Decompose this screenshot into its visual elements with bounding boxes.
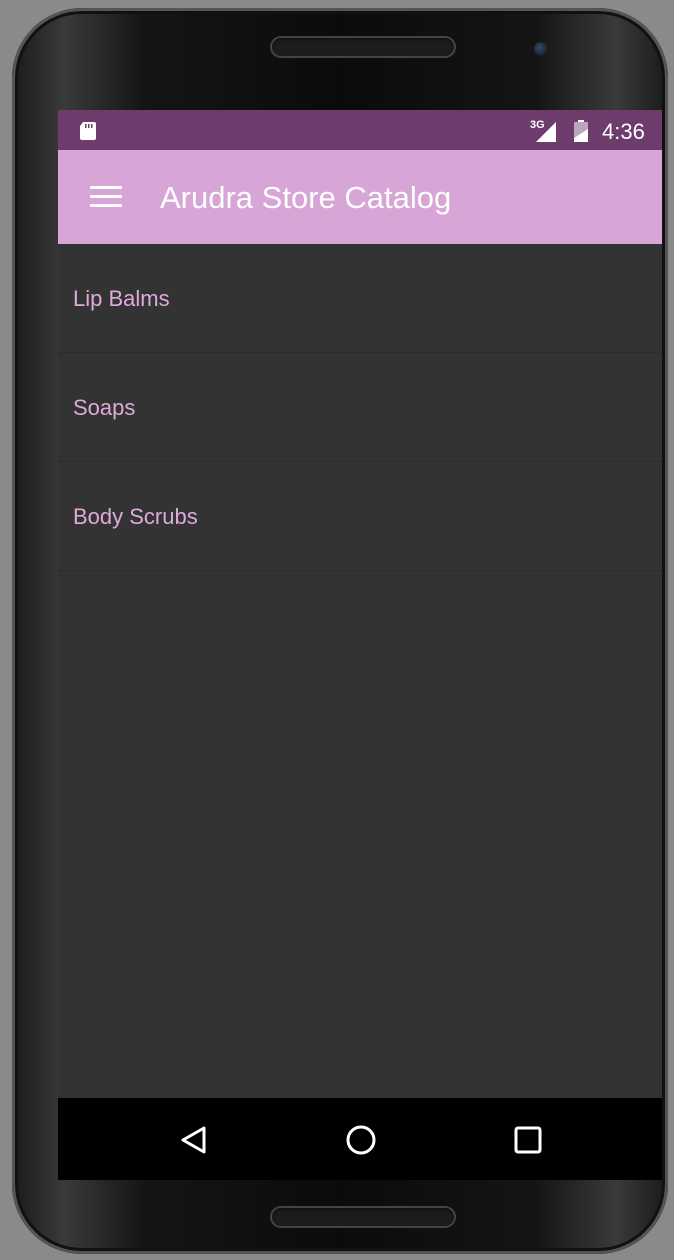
- category-list: Lip Balms Soaps Body Scrubs: [58, 244, 662, 571]
- device-screen: 3G 4:36 Arudra Store Catalog Lip Balms S…: [58, 110, 662, 1180]
- app-bar: Arudra Store Catalog: [58, 150, 662, 244]
- status-time: 4:36: [602, 119, 645, 144]
- hamburger-menu-icon[interactable]: [90, 186, 122, 210]
- top-speaker: [270, 36, 456, 58]
- back-icon[interactable]: [176, 1122, 212, 1158]
- navigation-bar: [58, 1098, 662, 1180]
- battery-icon: [574, 120, 588, 142]
- front-camera: [534, 42, 548, 56]
- sd-card-icon: [80, 122, 96, 140]
- signal-icon: [536, 122, 556, 142]
- list-item-label: Soaps: [73, 395, 136, 420]
- list-item-lip-balms[interactable]: Lip Balms: [58, 244, 662, 353]
- status-bar: 3G 4:36: [58, 110, 662, 150]
- list-item-label: Body Scrubs: [73, 504, 198, 529]
- list-item-soaps[interactable]: Soaps: [58, 353, 662, 462]
- app-title: Arudra Store Catalog: [160, 180, 452, 215]
- list-item-label: Lip Balms: [73, 286, 170, 311]
- bottom-speaker: [270, 1206, 456, 1228]
- list-item-body-scrubs[interactable]: Body Scrubs: [58, 462, 662, 571]
- recents-icon[interactable]: [510, 1122, 546, 1158]
- home-icon[interactable]: [343, 1122, 379, 1158]
- phone-frame: 3G 4:36 Arudra Store Catalog Lip Balms S…: [12, 8, 668, 1254]
